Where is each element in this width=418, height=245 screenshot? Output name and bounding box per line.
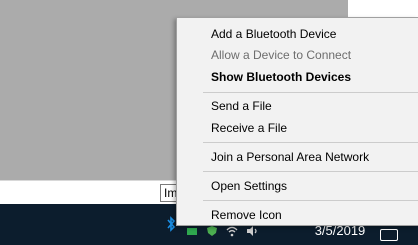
- volume-icon[interactable]: [246, 225, 258, 237]
- menu-item-show-bluetooth-devices[interactable]: Show Bluetooth Devices: [211, 69, 351, 85]
- menu-item-allow-device-to-connect: Allow a Device to Connect: [211, 48, 352, 62]
- menu-item-remove-icon[interactable]: Remove Icon: [211, 207, 282, 223]
- menu-item-join-personal-area-network[interactable]: Join a Personal Area Network: [211, 149, 369, 165]
- menu-separator: [203, 200, 418, 201]
- network-icon[interactable]: [186, 225, 198, 237]
- system-tray: [186, 224, 258, 238]
- action-center-icon[interactable]: [380, 229, 398, 241]
- wifi-icon[interactable]: [226, 225, 238, 237]
- menu-separator: [203, 142, 418, 143]
- menu-item-send-file[interactable]: Send a File: [211, 98, 272, 114]
- menu-item-open-settings[interactable]: Open Settings: [211, 178, 287, 194]
- bluetooth-context-menu: Add a Bluetooth Device Allow a Device to…: [176, 17, 418, 226]
- menu-item-add-bluetooth-device[interactable]: Add a Bluetooth Device: [211, 26, 336, 42]
- security-icon[interactable]: [206, 225, 218, 237]
- menu-separator: [203, 92, 418, 93]
- menu-separator: [203, 171, 418, 172]
- bluetooth-icon: [167, 216, 176, 232]
- menu-item-receive-file[interactable]: Receive a File: [211, 120, 287, 136]
